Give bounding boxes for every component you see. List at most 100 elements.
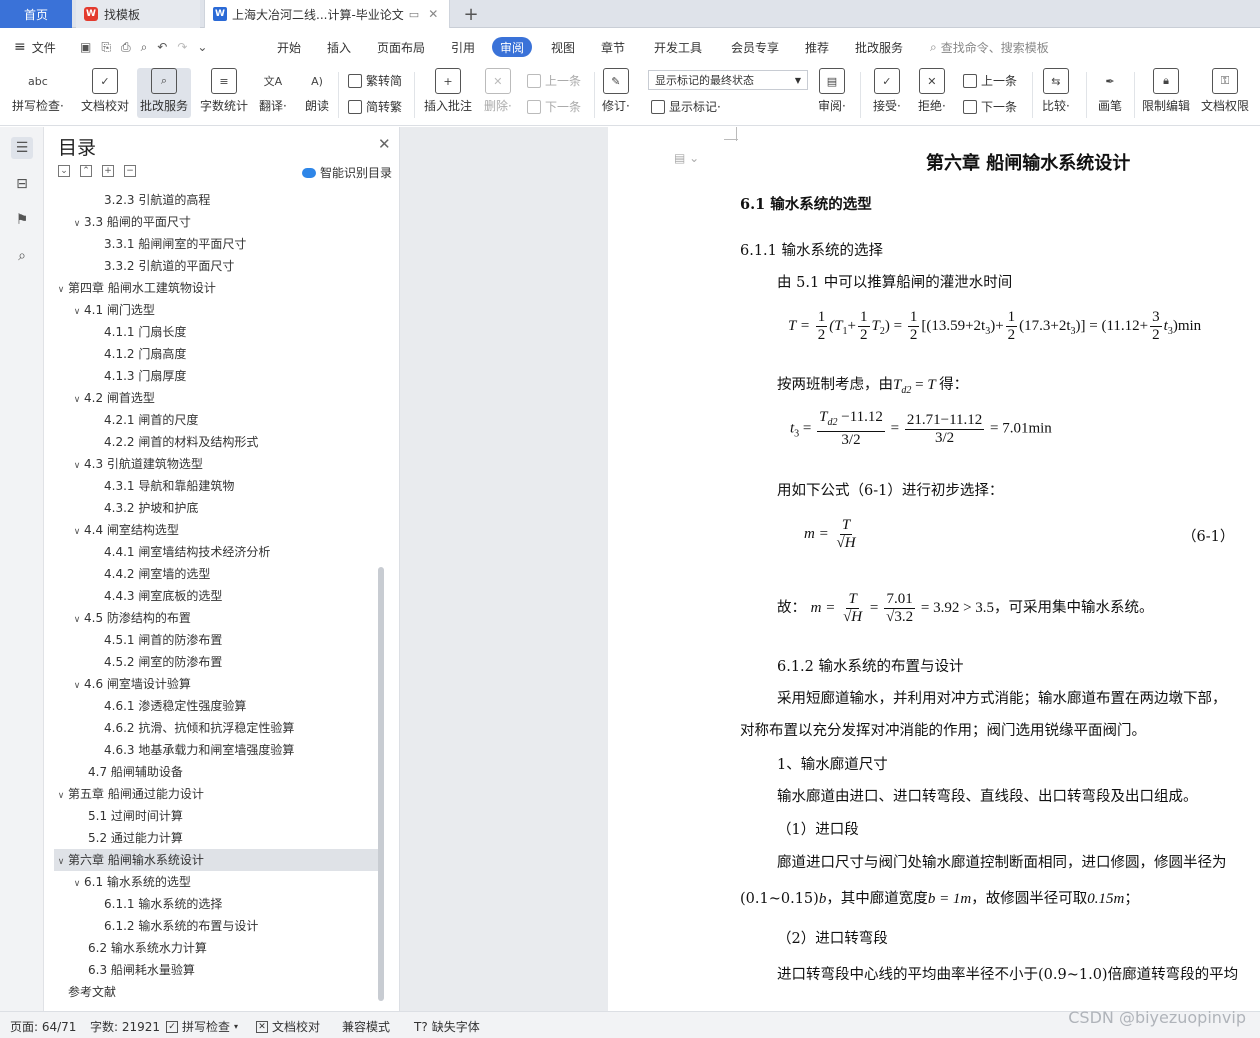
save-icon[interactable]: ▣ <box>80 40 91 54</box>
tab-home[interactable]: 首页 <box>0 0 72 28</box>
toc-item[interactable]: 5.1 过闸时间计算 <box>54 805 378 827</box>
next-change-button[interactable]: 下一条 <box>963 98 1017 115</box>
chevron-down-icon[interactable]: ∨ <box>70 873 84 895</box>
toc-item[interactable]: 3.3.2 引航道的平面尺寸 <box>54 255 378 277</box>
chevron-down-icon[interactable]: ∨ <box>70 521 84 543</box>
toc-item[interactable]: ∨ 3.3 船闸的平面尺寸 <box>54 211 378 233</box>
chevron-down-icon[interactable]: ∨ <box>70 455 84 477</box>
toc-item[interactable]: 参考文献 <box>54 981 378 1003</box>
toc-item[interactable]: 6.1.1 输水系统的选择 <box>54 893 378 915</box>
chevron-down-icon[interactable]: ∨ <box>70 301 84 323</box>
spell-check-button[interactable]: abc 拼写检查· <box>12 68 64 114</box>
read-aloud-button[interactable]: A) 朗读 <box>304 68 330 114</box>
show-markup-button[interactable]: 显示标记· <box>651 98 721 115</box>
chevron-down-icon[interactable]: ∨ <box>70 213 84 235</box>
prev-change-button[interactable]: 上一条 <box>963 72 1017 89</box>
toc-item[interactable]: 4.7 船闸辅助设备 <box>54 761 378 783</box>
menu-item-member[interactable]: 会员专享 <box>731 37 779 57</box>
chevron-down-icon[interactable]: ∨ <box>54 851 68 873</box>
toc-item[interactable]: 5.2 通过能力计算 <box>54 827 378 849</box>
prev-comment-button[interactable]: 上一条 <box>527 72 581 89</box>
toc-item[interactable]: 6.1.2 输水系统的布置与设计 <box>54 915 378 937</box>
toc-item[interactable]: ∨ 第五章 船闸通过能力设计 <box>54 783 378 805</box>
doc-permission-button[interactable]: ⚿ 文档权限 <box>1201 68 1249 114</box>
remove-heading-icon[interactable]: − <box>124 165 136 177</box>
menu-item-review[interactable]: 审阅 <box>492 37 533 57</box>
trad-to-simp-button[interactable]: 繁转简 <box>348 72 402 89</box>
chevron-down-icon[interactable]: ∨ <box>54 785 68 807</box>
close-icon[interactable]: ✕ <box>378 135 391 153</box>
chevron-down-icon[interactable]: ∨ <box>70 609 84 631</box>
next-comment-button[interactable]: 下一条 <box>527 98 581 115</box>
command-search[interactable]: ⌕ 查找命令、搜索模板 <box>930 37 1049 57</box>
monitor-icon[interactable]: ▭ <box>409 8 419 21</box>
menu-item-references[interactable]: 引用 <box>451 37 475 57</box>
missing-font-indicator[interactable]: T? 缺失字体 <box>414 1018 480 1035</box>
toc-scrollbar[interactable] <box>378 567 384 1001</box>
toc-item[interactable]: 4.2.2 闸首的材料及结构形式 <box>54 431 378 453</box>
collapse-all-icon[interactable]: ⌄ <box>58 165 70 177</box>
chapter-nav-icon[interactable]: ⊟ <box>11 173 33 195</box>
translate-button[interactable]: 文A 翻译· <box>259 68 287 114</box>
toc-item[interactable]: 4.2.1 闸首的尺度 <box>54 409 378 431</box>
toc-item[interactable]: 4.4.3 闸室底板的选型 <box>54 585 378 607</box>
more-icon[interactable]: ⌄ <box>197 40 207 54</box>
search-icon[interactable]: ⌕ <box>11 245 33 267</box>
toc-item[interactable]: 4.5.1 闸首的防渗布置 <box>54 629 378 651</box>
toc-item[interactable]: 4.5.2 闸室的防渗布置 <box>54 651 378 673</box>
toc-item[interactable]: 4.3.2 护坡和护底 <box>54 497 378 519</box>
toc-item[interactable]: 4.1.3 门扇厚度 <box>54 365 378 387</box>
toc-item[interactable]: ∨ 4.1 闸门选型 <box>54 299 378 321</box>
toc-item[interactable]: 4.4.1 闸室墙结构技术经济分析 <box>54 541 378 563</box>
word-count-indicator[interactable]: 字数: 21921 <box>90 1018 160 1035</box>
chevron-down-icon[interactable]: ∨ <box>70 389 84 411</box>
status-doc-proof[interactable]: ✕ 文档校对 <box>256 1018 320 1035</box>
close-tab-icon[interactable]: ✕ <box>428 7 438 21</box>
bookmark-icon[interactable]: ⚑ <box>11 209 33 231</box>
toc-item[interactable]: ∨ 第四章 船闸水工建筑物设计 <box>54 277 378 299</box>
menu-item-layout[interactable]: 页面布局 <box>377 37 425 57</box>
track-changes-button[interactable]: ✎ 修订· <box>602 68 630 114</box>
reject-button[interactable]: ✕ 拒绝· <box>918 68 946 114</box>
toc-item[interactable]: 4.6.2 抗滑、抗倾和抗浮稳定性验算 <box>54 717 378 739</box>
pen-button[interactable]: ✒ 画笔 <box>1097 68 1123 114</box>
review-pane-button[interactable]: ▤ 审阅· <box>818 68 846 114</box>
insert-comment-button[interactable]: + 插入批注 <box>424 68 472 114</box>
compat-mode-indicator[interactable]: 兼容模式 <box>342 1018 390 1035</box>
toc-item[interactable]: ∨ 4.3 引航道建筑物选型 <box>54 453 378 475</box>
new-tab-button[interactable]: + <box>456 0 486 28</box>
accept-button[interactable]: ✓ 接受· <box>873 68 901 114</box>
toc-item[interactable]: 4.3.1 导航和靠船建筑物 <box>54 475 378 497</box>
toc-pane-icon[interactable]: ☰ <box>11 137 33 159</box>
status-spell-check[interactable]: ✓ 拼写检查 ▾ <box>166 1018 238 1035</box>
page-indicator[interactable]: 页面: 64/71 <box>10 1018 76 1035</box>
toc-item[interactable]: 4.6.3 地基承载力和闸室墙强度验算 <box>54 739 378 761</box>
toc-item[interactable]: ∨ 4.2 闸首选型 <box>54 387 378 409</box>
tab-document[interactable]: W 上海大冶河二线...计算-毕业论文 ▭ ✕ <box>204 0 450 28</box>
doc-proof-button[interactable]: ✓ 文档校对 <box>81 68 129 114</box>
print-icon[interactable]: ⎙ <box>121 40 131 55</box>
smart-toc-button[interactable]: 智能识别目录 <box>302 164 392 181</box>
toc-item[interactable]: ∨ 4.4 闸室结构选型 <box>54 519 378 541</box>
markup-state-select[interactable]: 显示标记的最终状态 ▼ <box>648 70 808 90</box>
restrict-editing-button[interactable]: 🔒︎ 限制编辑 <box>1142 68 1190 114</box>
toc-item[interactable]: 6.2 输水系统水力计算 <box>54 937 378 959</box>
export-icon[interactable]: ⎘ <box>101 40 111 55</box>
toc-item[interactable]: ∨ 4.5 防渗结构的布置 <box>54 607 378 629</box>
preview-icon[interactable]: ⌕ <box>141 40 148 55</box>
chevron-down-icon[interactable]: ∨ <box>54 279 68 301</box>
expand-up-icon[interactable]: ⌃ <box>80 165 92 177</box>
menu-item-view[interactable]: 视图 <box>551 37 575 57</box>
menu-item-insert[interactable]: 插入 <box>327 37 351 57</box>
undo-icon[interactable]: ↶ <box>157 40 167 54</box>
toc-item[interactable]: 4.1.2 门扇高度 <box>54 343 378 365</box>
compare-button[interactable]: ⇆ 比较· <box>1042 68 1070 114</box>
menu-item-start[interactable]: 开始 <box>277 37 301 57</box>
toc-item[interactable]: 4.4.2 闸室墙的选型 <box>54 563 378 585</box>
correction-service-button[interactable]: ⌕ 批改服务 <box>137 68 192 118</box>
page-doc-icon[interactable]: ▤ ⌄ <box>674 151 699 165</box>
toc-item[interactable]: 6.3 船闸耗水量验算 <box>54 959 378 981</box>
toc-item[interactable]: ∨ 6.1 输水系统的选型 <box>54 871 378 893</box>
file-menu[interactable]: ≡ 文件 <box>14 37 56 57</box>
delete-comment-button[interactable]: ✕ 删除· <box>484 68 512 114</box>
